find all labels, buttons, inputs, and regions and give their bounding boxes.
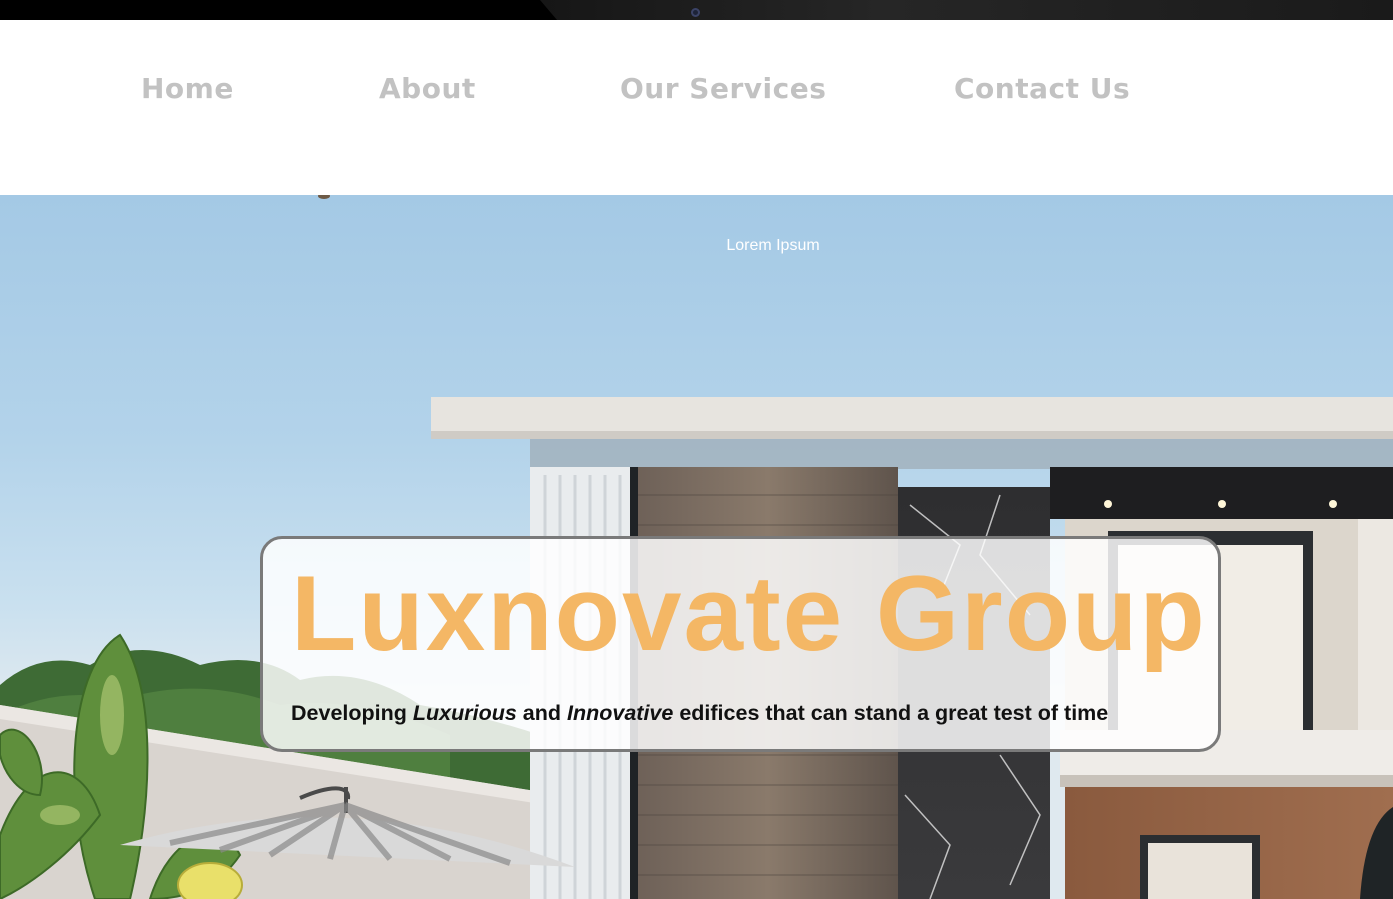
nav-about[interactable]: About bbox=[379, 72, 476, 105]
tagline-emphasis-innovative: Innovative bbox=[567, 701, 674, 725]
tagline-part-3: edifices that can stand a great test of … bbox=[679, 701, 1109, 725]
tagline-part-2: and bbox=[522, 701, 562, 725]
device-notch bbox=[540, 0, 1393, 20]
device-camera-icon bbox=[691, 8, 700, 17]
nav-our-services[interactable]: Our Services bbox=[620, 72, 826, 105]
top-navigation: Home About Our Services Contact Us bbox=[0, 20, 1393, 195]
hero-kicker-text: Lorem Ipsum bbox=[726, 237, 820, 254]
tagline-emphasis-luxurious: Luxurious bbox=[412, 701, 517, 725]
hero-title-card: Luxnovate Group Developing Luxurious and… bbox=[260, 536, 1221, 752]
nav-contact-us[interactable]: Contact Us bbox=[954, 72, 1130, 105]
device-top-bezel bbox=[0, 0, 1393, 20]
nav-home[interactable]: Home bbox=[141, 72, 234, 105]
brand-title: Luxnovate Group bbox=[291, 553, 1207, 673]
hero-section: Lorem Ipsum Luxnovate Group Developing L… bbox=[0, 195, 1393, 899]
hero-tagline: Developing Luxurious and Innovative edif… bbox=[291, 701, 1108, 726]
tagline-part-1: Developing bbox=[291, 701, 407, 725]
